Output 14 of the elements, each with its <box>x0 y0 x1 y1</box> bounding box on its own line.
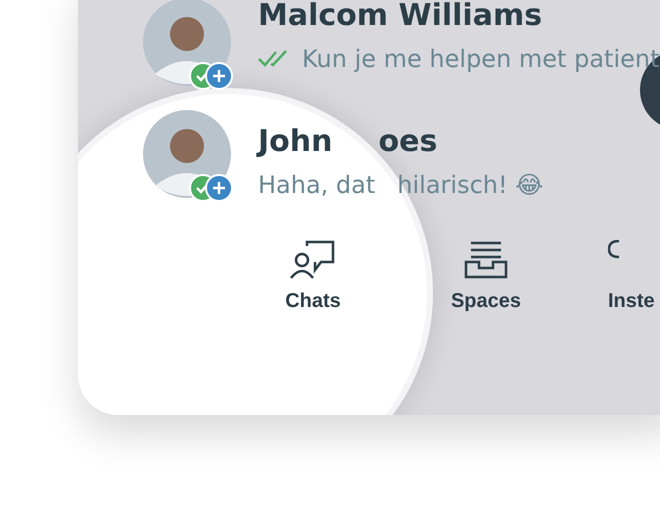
tray-icon <box>463 240 509 280</box>
contact-name: oes <box>378 124 438 160</box>
chat-person-icon <box>289 240 337 280</box>
tab-label[interactable]: Chats <box>285 286 341 316</box>
message-preview: hilarisch! 😂 <box>397 170 544 200</box>
contact-name: John <box>258 124 332 160</box>
read-receipt-icon <box>258 50 290 68</box>
curved-line-icon <box>608 240 620 259</box>
tab-label[interactable]: Inste <box>608 286 655 316</box>
message-preview: Haha, dat <box>258 170 376 200</box>
add-badge-icon[interactable] <box>205 62 233 90</box>
contact-name: Malcom Williams <box>258 0 542 34</box>
message-preview: Kun je me helpen met patient <box>302 44 660 74</box>
tab-label[interactable]: Spaces <box>450 286 522 316</box>
